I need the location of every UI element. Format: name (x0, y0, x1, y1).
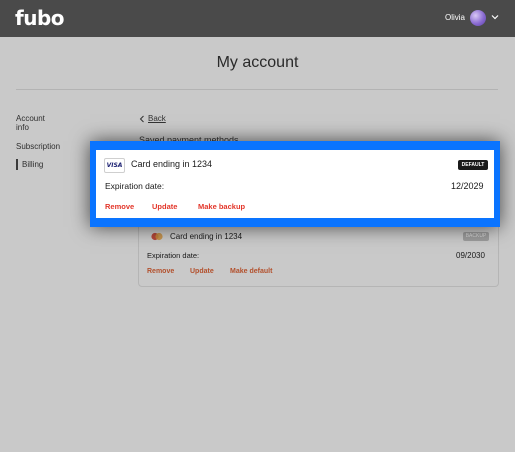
default-card: VISA Card ending in 1234 DEFAULT Expirat… (96, 150, 494, 218)
chevron-down-icon[interactable] (490, 12, 500, 22)
default-card-label: Card ending in 1234 (131, 159, 213, 169)
sidebar-item-billing[interactable]: Billing (22, 160, 43, 169)
sidebar-item-subscription[interactable]: Subscription (16, 142, 60, 151)
backup-card-label: Card ending in 1234 (170, 232, 243, 241)
top-bar: fubo Olivia (0, 0, 515, 37)
sidebar-item-account-info[interactable]: Account info (16, 114, 56, 132)
avatar[interactable] (470, 10, 486, 26)
back-link[interactable]: Back (148, 114, 166, 123)
default-badge: DEFAULT (458, 160, 488, 170)
backup-badge: BACKUP (463, 232, 489, 241)
default-expiration-value: 12/2029 (451, 181, 484, 191)
update-button[interactable]: Update (152, 202, 177, 211)
mastercard-icon (151, 232, 163, 241)
backup-update-button[interactable]: Update (190, 268, 214, 275)
make-backup-button[interactable]: Make backup (198, 202, 245, 211)
backup-expiration-value: 09/2030 (456, 251, 485, 260)
visa-icon: VISA (104, 158, 125, 173)
sidebar-active-indicator (16, 159, 18, 170)
fubo-logo[interactable]: fubo (15, 6, 65, 30)
chevron-left-icon[interactable] (139, 115, 145, 123)
user-name[interactable]: Olivia (445, 13, 465, 22)
page-title: My account (216, 54, 299, 71)
remove-button[interactable]: Remove (105, 202, 134, 211)
default-expiration-label: Expiration date: (105, 181, 165, 191)
make-default-button[interactable]: Make default (230, 268, 272, 275)
title-divider (16, 89, 498, 90)
backup-expiration-label: Expiration date: (147, 251, 200, 260)
backup-remove-button[interactable]: Remove (147, 268, 174, 275)
